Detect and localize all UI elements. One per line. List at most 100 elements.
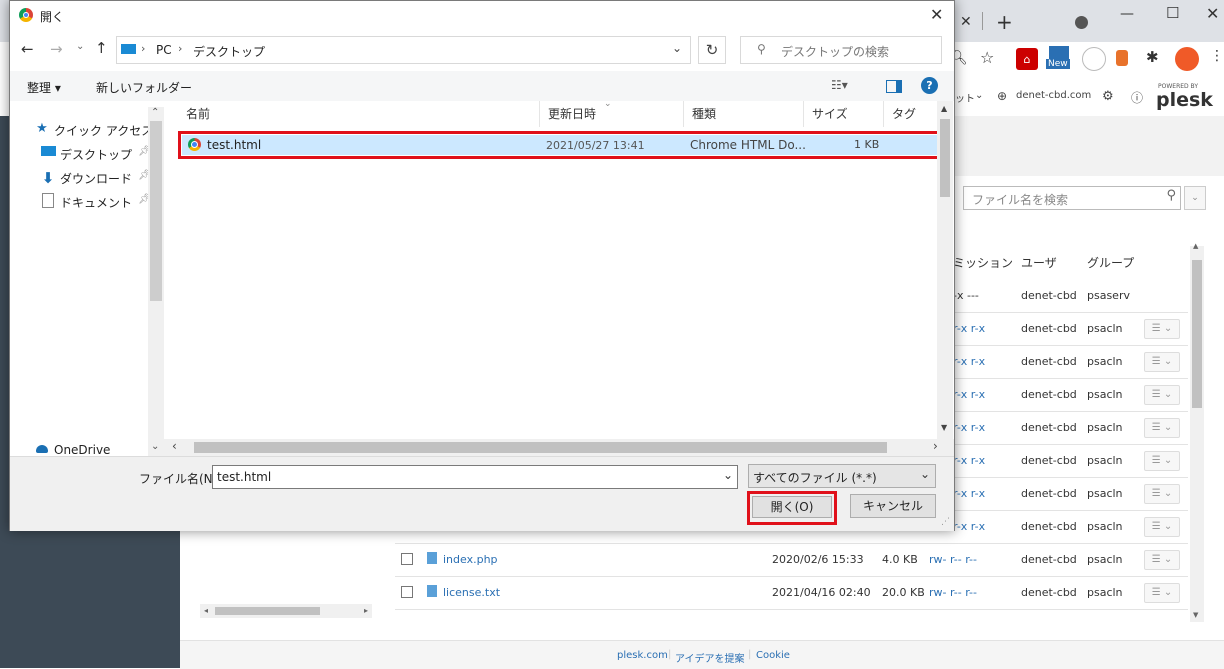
dialog-close-icon[interactable]: ✕ bbox=[930, 5, 943, 24]
col-size[interactable]: サイズ bbox=[804, 101, 884, 127]
open-file-dialog: 開く ✕ ← → ⌄ ↑ › PC › デスクトップ ⌄ ↻ ⚲ デスクトップの… bbox=[9, 0, 955, 531]
scroll-right-icon[interactable]: › bbox=[933, 439, 938, 453]
star-icon: ★ bbox=[36, 121, 48, 136]
plesk-h-scrollbar[interactable]: ◂ ▸ bbox=[200, 604, 372, 618]
scroll-left-icon[interactable]: ‹ bbox=[172, 439, 177, 453]
pdf-extension-icon[interactable]: ⌂ bbox=[1016, 48, 1038, 70]
chevron-down-icon[interactable]: ⌄ bbox=[920, 467, 930, 481]
row-group: psacln bbox=[1087, 322, 1123, 335]
bookmark-star-icon[interactable]: ☆ bbox=[980, 48, 994, 67]
nav-scrollbar[interactable]: ⌃ ⌄ bbox=[148, 107, 164, 456]
col-modified[interactable]: 更新日時 bbox=[540, 101, 684, 127]
puzzle-extension-icon[interactable]: ✱ bbox=[1146, 48, 1159, 66]
scroll-up-icon[interactable]: ▲ bbox=[1193, 242, 1198, 250]
open-button[interactable]: 開く(O) bbox=[752, 496, 832, 518]
minimize-icon[interactable]: — bbox=[1120, 6, 1134, 22]
plesk-search-input[interactable]: ファイル名を検索 ⚲ bbox=[963, 186, 1181, 210]
plesk-table-row[interactable]: index.php 2020/02/6 15:33 4.0 KB rw- r-- r-… bbox=[395, 543, 1188, 577]
row-checkbox[interactable] bbox=[401, 586, 413, 598]
maximize-icon[interactable]: ☐ bbox=[1166, 4, 1179, 22]
row-menu-button[interactable]: ☰ ⌄ bbox=[1144, 385, 1180, 405]
col-tags[interactable]: タグ bbox=[884, 101, 938, 127]
row-menu-button[interactable]: ☰ ⌄ bbox=[1144, 418, 1180, 438]
row-filename[interactable]: index.php bbox=[443, 553, 498, 566]
cancel-button[interactable]: キャンセル bbox=[850, 494, 936, 518]
row-user: denet-cbd bbox=[1021, 586, 1077, 599]
view-options-icon[interactable]: ☷▾ bbox=[831, 78, 848, 92]
plesk-search-options-button[interactable]: ⌄ bbox=[1184, 186, 1206, 210]
plesk-h-scroll-thumb[interactable] bbox=[215, 607, 320, 615]
window-close-icon[interactable]: ✕ bbox=[1206, 4, 1219, 23]
footer-plesk-link[interactable]: plesk.com bbox=[617, 650, 668, 661]
nav-item[interactable]: デスクトップ 📌︎ bbox=[40, 145, 151, 163]
col-type[interactable]: 種類 bbox=[684, 101, 804, 127]
plesk-col-permission[interactable]: ミッション bbox=[953, 254, 1013, 271]
new-extension-icon[interactable]: New bbox=[1046, 46, 1072, 72]
scroll-down-icon[interactable]: ▼ bbox=[941, 423, 947, 432]
browser-menu-icon[interactable]: ⋮ bbox=[1210, 48, 1224, 64]
nav-scroll-thumb[interactable] bbox=[150, 121, 162, 301]
file-list-vscroll-thumb[interactable] bbox=[940, 119, 950, 197]
plesk-scrollbar[interactable] bbox=[1190, 246, 1204, 622]
plesk-scroll-thumb[interactable] bbox=[1192, 260, 1202, 408]
new-folder-button[interactable]: 新しいフォルダー bbox=[96, 79, 192, 96]
close-tab-icon[interactable]: ✕ bbox=[960, 14, 972, 30]
refresh-icon[interactable]: ↻ bbox=[698, 36, 726, 64]
scroll-right-icon[interactable]: ▸ bbox=[364, 606, 368, 615]
file-row[interactable]: test.html 2021/05/27 13:41 Chrome HTML D… bbox=[182, 135, 938, 155]
breadcrumb-desktop[interactable]: デスクトップ bbox=[193, 43, 265, 60]
row-menu-button[interactable]: ☰ ⌄ bbox=[1144, 550, 1180, 570]
filename-input[interactable]: test.html ⌄ bbox=[212, 465, 738, 489]
address-dropdown-icon[interactable]: ⌄ bbox=[672, 41, 682, 55]
row-menu-button[interactable]: ☰ ⌄ bbox=[1144, 352, 1180, 372]
row-menu-button[interactable]: ☰ ⌄ bbox=[1144, 451, 1180, 471]
download-icon: ⬇ bbox=[41, 169, 55, 187]
file-list-hscroll-thumb[interactable] bbox=[194, 442, 887, 453]
lock-extension-icon[interactable] bbox=[1116, 50, 1128, 66]
nav-onedrive[interactable]: OneDrive bbox=[54, 443, 110, 457]
nav-item[interactable]: ⬇ ダウンロード 📌︎ bbox=[40, 169, 151, 187]
breadcrumb-pc[interactable]: PC bbox=[156, 43, 172, 57]
scroll-left-icon[interactable]: ◂ bbox=[204, 606, 208, 615]
footer-divider: | bbox=[748, 649, 752, 660]
scroll-down-icon[interactable]: ⌄ bbox=[151, 441, 159, 452]
address-bar[interactable]: › PC › デスクトップ ⌄ bbox=[116, 36, 691, 64]
up-icon[interactable]: ↑ bbox=[95, 39, 108, 57]
back-icon[interactable]: ← bbox=[21, 40, 34, 58]
plesk-table-row[interactable]: license.txt 2021/04/16 02:40 20.0 KB rw- r-… bbox=[395, 576, 1188, 610]
col-name[interactable]: 名前 bbox=[178, 101, 540, 127]
dialog-search-input[interactable]: ⚲ デスクトップの検索 bbox=[740, 36, 942, 64]
scroll-up-icon[interactable]: ▲ bbox=[941, 104, 947, 113]
tab-search-icon[interactable] bbox=[1075, 16, 1088, 29]
footer-cookie-link[interactable]: Cookie bbox=[756, 650, 790, 661]
row-menu-button[interactable]: ☰ ⌄ bbox=[1144, 484, 1180, 504]
row-filename[interactable]: license.txt bbox=[443, 586, 500, 599]
scroll-up-icon[interactable]: ⌃ bbox=[151, 107, 159, 118]
new-tab-icon[interactable]: + bbox=[996, 10, 1013, 34]
help-icon[interactable]: ⓘ bbox=[1131, 89, 1143, 106]
row-menu-button[interactable]: ☰ ⌄ bbox=[1144, 319, 1180, 339]
filetype-select[interactable]: すべてのファイル (*.*) ⌄ bbox=[748, 464, 936, 488]
recent-chevron-icon[interactable]: ⌄ bbox=[76, 41, 84, 52]
plesk-domain-link[interactable]: denet-cbd.com bbox=[1016, 90, 1091, 101]
organize-button[interactable]: 整理 ▾ bbox=[27, 79, 61, 96]
chevron-down-icon[interactable]: ⌄ bbox=[723, 468, 733, 482]
nav-item[interactable]: ドキュメント 📌︎ bbox=[40, 193, 151, 211]
row-menu-button[interactable]: ☰ ⌄ bbox=[1144, 517, 1180, 537]
row-checkbox[interactable] bbox=[401, 553, 413, 565]
file-list-hscrollbar[interactable]: ‹ › bbox=[164, 439, 954, 456]
footer-idea-link[interactable]: アイデアを提案 bbox=[675, 650, 745, 665]
plesk-col-group[interactable]: グループ bbox=[1087, 254, 1134, 271]
help-icon[interactable]: ? bbox=[921, 77, 938, 94]
plesk-col-user[interactable]: ユーザ bbox=[1021, 254, 1057, 271]
file-list-vscrollbar[interactable]: ▲ ▼ bbox=[937, 101, 953, 439]
nav-item[interactable]: ★ クイック アクセス bbox=[34, 121, 153, 139]
bolt-extension-icon[interactable] bbox=[1082, 47, 1106, 71]
scroll-down-icon[interactable]: ▼ bbox=[1193, 611, 1198, 619]
forward-icon[interactable]: → bbox=[50, 40, 63, 58]
preview-pane-icon[interactable] bbox=[886, 80, 902, 93]
support-icon[interactable]: ⚙ bbox=[1102, 89, 1114, 104]
resize-grip-icon[interactable]: ⋰ bbox=[941, 517, 950, 527]
profile-avatar[interactable] bbox=[1175, 47, 1199, 71]
row-menu-button[interactable]: ☰ ⌄ bbox=[1144, 583, 1180, 603]
